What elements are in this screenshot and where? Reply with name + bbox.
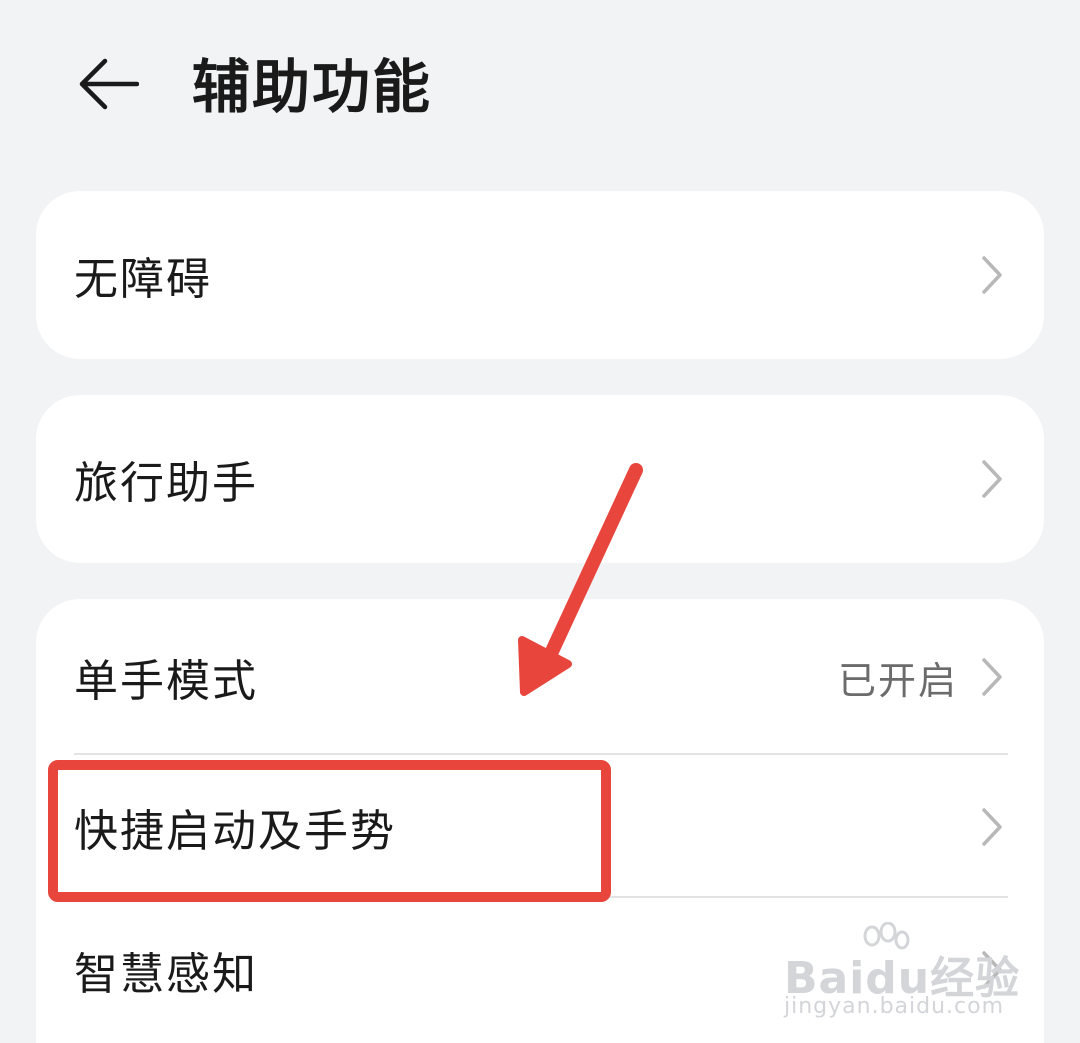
arrow-left-icon [79,58,139,110]
page-title: 辅助功能 [192,53,433,121]
row-label: 旅行助手 [74,458,258,509]
back-button[interactable] [68,44,148,124]
settings-page: 辅助功能 无障碍 旅行助手 单手模式 已开启 快捷启动及手势 智慧感知 Baid… [0,0,1080,1043]
settings-row-shortcuts-gestures[interactable]: 快捷启动及手势 [36,755,1044,898]
settings-row-accessibility[interactable]: 无障碍 [36,191,1044,359]
chevron-right-icon [976,948,1008,992]
chevron-right-icon [976,655,1008,699]
header: 辅助功能 [0,0,1080,175]
row-label: 快捷启动及手势 [74,805,396,857]
settings-row-travel-assistant[interactable]: 旅行助手 [36,395,1044,563]
row-label: 单手模式 [74,656,258,707]
chevron-right-icon [976,253,1008,297]
settings-row-smart-sensing[interactable]: 智慧感知 [36,898,1044,1041]
row-label: 无障碍 [74,254,212,305]
settings-card-travel-assistant: 旅行助手 [36,395,1044,563]
chevron-right-icon [976,457,1008,501]
settings-card-accessibility: 无障碍 [36,191,1044,359]
status-text: 已开启 [837,658,958,703]
settings-row-one-hand-mode[interactable]: 单手模式 已开启 [36,599,1044,755]
row-label: 智慧感知 [74,948,258,1000]
settings-card-gestures: 单手模式 已开启 快捷启动及手势 智慧感知 [36,599,1044,1043]
chevron-right-icon [976,805,1008,849]
